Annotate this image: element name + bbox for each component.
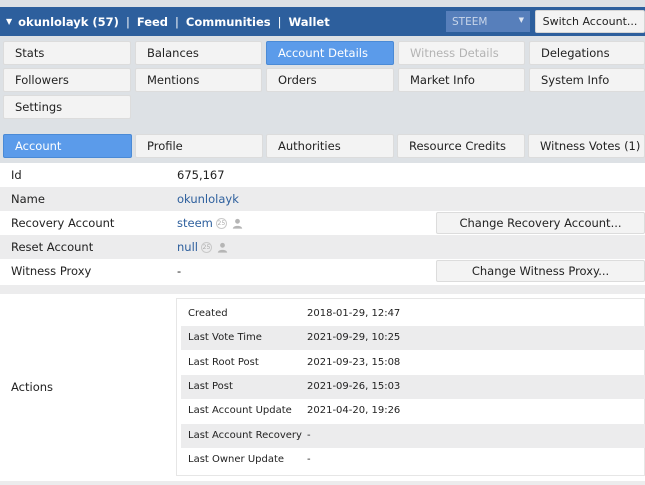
reputation-badge-icon: 25 xyxy=(215,218,227,229)
name-label: Name xyxy=(11,192,45,206)
main-tab-grid: Stats Balances Account Details Witness D… xyxy=(0,40,645,124)
divider: | xyxy=(125,14,130,29)
account-details-panel: Id 675,167 Name okunlolayk Recovery Acco… xyxy=(0,163,645,485)
reset-account-link[interactable]: null xyxy=(177,240,198,254)
action-row-last-owner-update: Last Owner Update - xyxy=(181,448,645,472)
row-divider xyxy=(0,285,645,294)
action-value: - xyxy=(307,454,311,465)
change-recovery-account-button[interactable]: Change Recovery Account... xyxy=(436,212,645,234)
witness-proxy-label: Witness Proxy xyxy=(11,264,92,278)
action-key: Last Account Update xyxy=(188,405,292,416)
divider: | xyxy=(277,14,282,29)
top-bar: ▼ okunlolayk (57) | Feed | Communities |… xyxy=(0,0,645,40)
tab-system-info[interactable]: System Info xyxy=(529,68,645,92)
action-value: 2021-09-23, 15:08 xyxy=(307,357,401,368)
detail-row-recovery: Recovery Account steem 25 Change Recovery… xyxy=(0,211,645,235)
recovery-account-label: Recovery Account xyxy=(11,216,115,230)
action-key: Created xyxy=(188,308,228,319)
tab-profile[interactable]: Profile xyxy=(135,134,263,158)
action-key: Last Vote Time xyxy=(188,332,262,343)
witness-proxy-value: - xyxy=(177,264,182,278)
top-nav: ▼ okunlolayk (57) | Feed | Communities |… xyxy=(0,7,645,36)
user-icon[interactable] xyxy=(232,218,243,229)
tab-resource-credits[interactable]: Resource Credits xyxy=(397,134,525,158)
chevron-down-icon: ▼ xyxy=(518,16,524,24)
tab-delegations[interactable]: Delegations xyxy=(529,41,645,65)
detail-row-id: Id 675,167 xyxy=(0,163,645,187)
row-divider xyxy=(0,481,645,485)
action-key: Last Post xyxy=(188,381,233,392)
action-value: 2021-09-29, 10:25 xyxy=(307,332,401,343)
detail-row-witness-proxy: Witness Proxy - Change Witness Proxy... xyxy=(0,259,645,283)
name-value-link[interactable]: okunlolayk xyxy=(177,187,239,211)
id-label: Id xyxy=(11,168,22,182)
tab-mentions[interactable]: Mentions xyxy=(135,68,262,92)
tab-witness-votes[interactable]: Witness Votes (1) xyxy=(528,134,645,158)
action-key: Last Account Recovery xyxy=(188,430,302,441)
recovery-account-link[interactable]: steem xyxy=(177,216,213,230)
user-icon[interactable] xyxy=(217,242,228,253)
sub-tab-bar: Account Profile Authorities Resource Cre… xyxy=(0,124,645,163)
wallet-link[interactable]: Wallet xyxy=(289,15,330,29)
actions-label: Actions xyxy=(11,380,54,394)
tab-witness-details: Witness Details xyxy=(398,41,525,65)
account-menu-link[interactable]: okunlolayk (57) xyxy=(18,15,119,29)
id-value: 675,167 xyxy=(177,168,225,182)
action-row-last-post: Last Post 2021-09-26, 15:03 xyxy=(181,375,645,399)
divider: | xyxy=(175,14,179,29)
switch-account-button[interactable]: Switch Account... xyxy=(535,10,645,33)
action-key: Last Owner Update xyxy=(188,454,285,465)
action-value: 2021-09-26, 15:03 xyxy=(307,381,401,392)
communities-link[interactable]: Communities xyxy=(186,15,271,29)
change-witness-proxy-button[interactable]: Change Witness Proxy... xyxy=(436,260,645,282)
tab-account[interactable]: Account xyxy=(3,134,132,158)
action-row-last-account-update: Last Account Update 2021-04-20, 19:26 xyxy=(181,399,645,423)
tab-account-details[interactable]: Account Details xyxy=(266,41,394,65)
action-row-created: Created 2018-01-29, 12:47 xyxy=(181,302,645,326)
tab-stats[interactable]: Stats xyxy=(3,41,131,65)
action-row-last-root-post: Last Root Post 2021-09-23, 15:08 xyxy=(181,351,645,375)
tab-balances[interactable]: Balances xyxy=(135,41,262,65)
detail-row-reset: Reset Account null 25 xyxy=(0,235,645,259)
caret-down-icon[interactable]: ▼ xyxy=(6,17,12,26)
detail-row-name: Name okunlolayk xyxy=(0,187,645,211)
recovery-account-value: steem 25 xyxy=(177,211,243,235)
tab-market-info[interactable]: Market Info xyxy=(398,68,525,92)
action-value: 2018-01-29, 12:47 xyxy=(307,308,401,319)
action-value: 2021-04-20, 19:26 xyxy=(307,405,401,416)
reputation-badge-icon: 25 xyxy=(200,242,212,253)
chain-select[interactable]: STEEM ▼ xyxy=(446,11,530,32)
action-row-last-account-recovery: Last Account Recovery - xyxy=(181,424,645,448)
tab-settings[interactable]: Settings xyxy=(3,95,131,119)
reset-account-value: null 25 xyxy=(177,235,228,259)
action-row-last-vote: Last Vote Time 2021-09-29, 10:25 xyxy=(181,326,645,350)
chain-select-value: STEEM xyxy=(452,15,488,28)
tab-followers[interactable]: Followers xyxy=(3,68,131,92)
action-value: - xyxy=(307,430,311,441)
top-nav-links: ▼ okunlolayk (57) | Feed | Communities |… xyxy=(6,7,330,36)
feed-link[interactable]: Feed xyxy=(137,15,168,29)
tab-authorities[interactable]: Authorities xyxy=(266,134,394,158)
actions-table: Created 2018-01-29, 12:47 Last Vote Time… xyxy=(176,298,645,476)
reset-account-label: Reset Account xyxy=(11,240,94,254)
tab-orders[interactable]: Orders xyxy=(266,68,394,92)
action-key: Last Root Post xyxy=(188,357,259,368)
